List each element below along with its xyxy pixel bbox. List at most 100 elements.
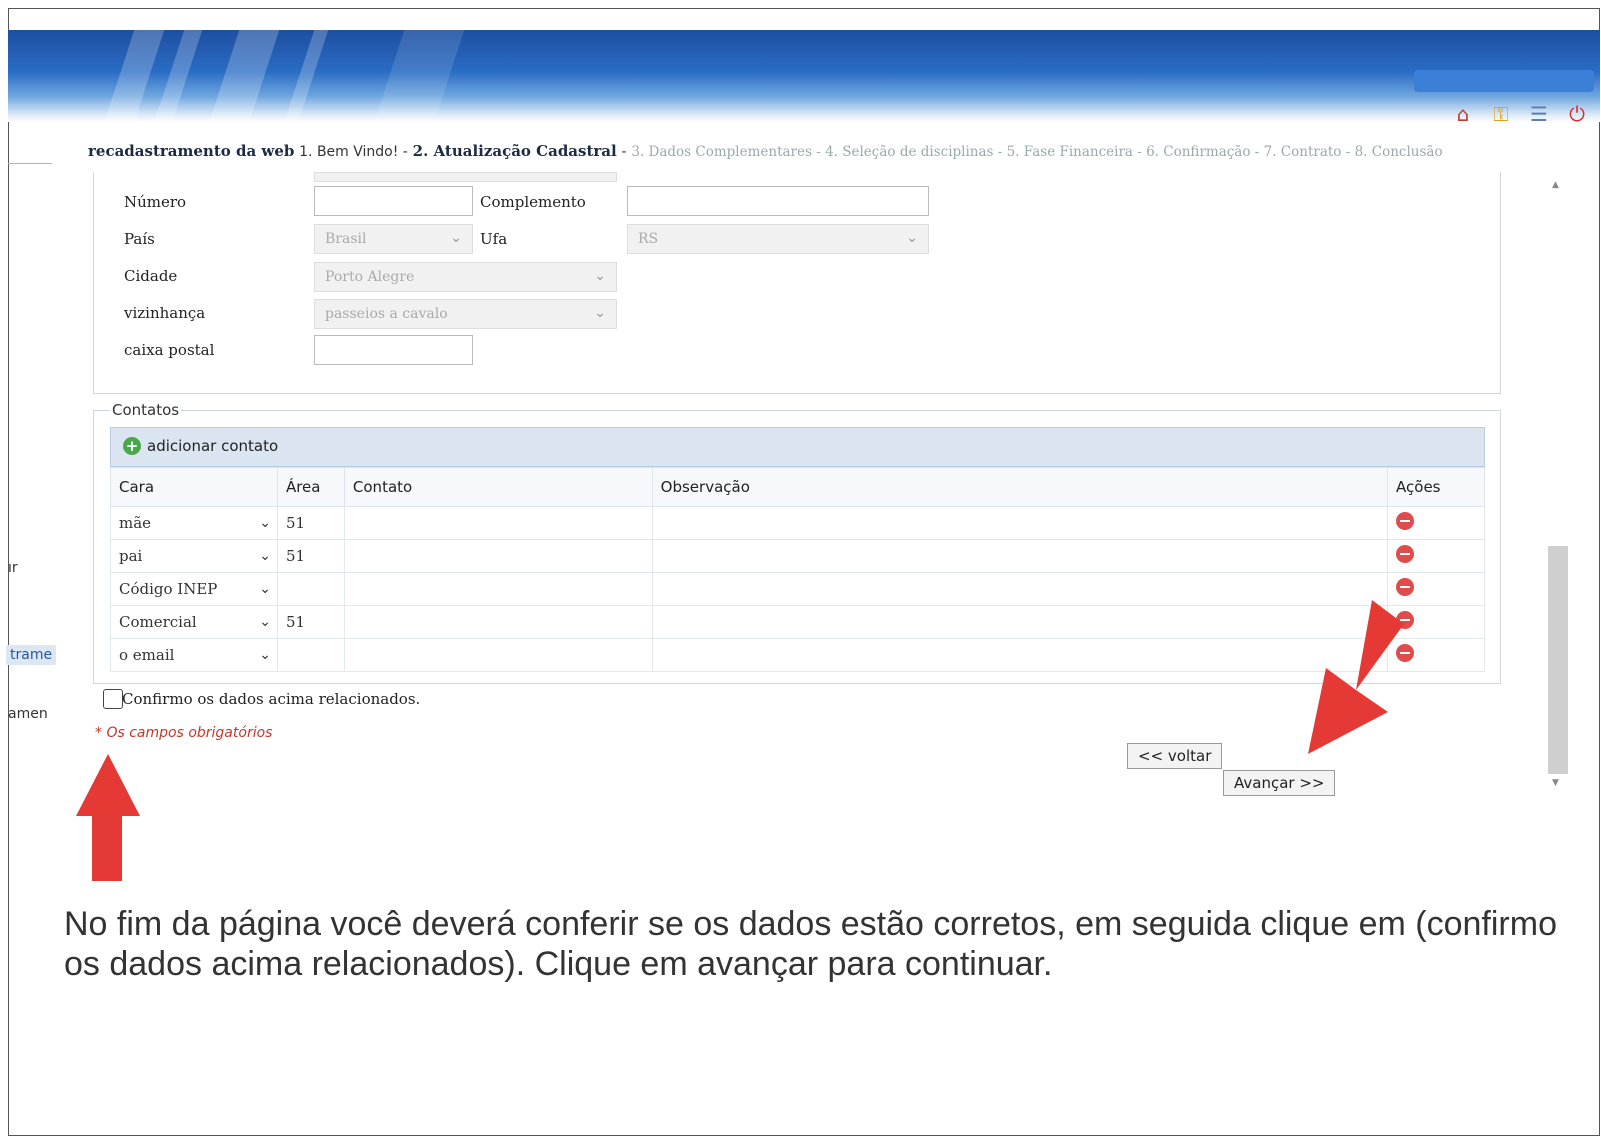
breadcrumb-separator: - (621, 144, 627, 160)
observacao-field[interactable] (651, 506, 1389, 540)
chevron-down-icon: ⌄ (259, 614, 271, 630)
column-header: Ações (1387, 467, 1485, 507)
settings-list-icon[interactable]: ☰ (1525, 100, 1553, 128)
cara-value: Comercial (119, 613, 197, 631)
remove-icon[interactable] (1396, 512, 1415, 530)
observacao-field[interactable] (651, 605, 1389, 639)
cara-value: Código INEP (119, 580, 218, 598)
sidebar-item-fragment[interactable]: ır (8, 560, 18, 576)
breadcrumb-next-steps: 3. Dados Complementares - 4. Seleção de … (631, 144, 1443, 160)
cara-select[interactable]: o email ⌄ (110, 638, 278, 672)
cara-select[interactable]: pai ⌄ (110, 539, 278, 573)
scroll-up-icon[interactable]: ▲ (1552, 180, 1559, 190)
confirm-checkbox[interactable] (103, 689, 123, 709)
contacts-legend: Contatos (110, 401, 182, 419)
column-header: Contato (343, 467, 653, 507)
contato-field[interactable] (343, 605, 653, 639)
annotation-arrow-down-icon (1308, 600, 1404, 754)
table-row: mãe ⌄ 51 (110, 506, 1485, 540)
pais-select[interactable]: Brasil ⌄ (314, 224, 473, 254)
chevron-down-icon: ⌄ (594, 268, 606, 284)
column-header: Observação (651, 467, 1389, 507)
confirm-label: Confirmo os dados acima relacionados. (122, 690, 421, 708)
contacts-table: Cara Área Contato Observação Ações mãe ⌄ … (110, 467, 1485, 672)
chevron-down-icon: ⌄ (259, 581, 271, 597)
actions-cell (1387, 539, 1485, 573)
contato-field[interactable] (343, 539, 653, 573)
cara-select[interactable]: mãe ⌄ (110, 506, 278, 540)
column-header: Área (276, 467, 345, 507)
annotation-arrow-up-icon (76, 754, 140, 881)
chevron-down-icon: ⌄ (259, 548, 271, 564)
power-icon[interactable]: ⏻ (1563, 100, 1591, 128)
add-contact-button[interactable]: + adicionar contato (123, 437, 278, 455)
contato-field[interactable] (343, 506, 653, 540)
table-header-row: Cara Área Contato Observação Ações (110, 467, 1485, 507)
chevron-down-icon: ⌄ (906, 230, 918, 246)
observacao-field[interactable] (651, 638, 1389, 672)
remove-icon[interactable] (1396, 545, 1415, 563)
plus-icon: + (123, 437, 141, 455)
cidade-select[interactable]: Porto Alegre ⌄ (314, 262, 617, 292)
table-row: Comercial ⌄ 51 (110, 605, 1485, 639)
contato-field[interactable] (343, 572, 653, 606)
caixa-postal-label: caixa postal (124, 341, 215, 359)
vizinhanca-value: passeios a cavalo (325, 306, 448, 322)
page-title: recadastramento da web (88, 142, 295, 160)
numero-label: Número (124, 193, 187, 211)
cara-value: pai (119, 547, 143, 565)
breadcrumb-current-step: 2. Atualização Cadastral (412, 142, 617, 160)
observacao-field[interactable] (651, 572, 1389, 606)
vizinhanca-label: vizinhança (124, 304, 206, 322)
area-field[interactable]: 51 (276, 506, 345, 540)
vizinhanca-select[interactable]: passeios a cavalo ⌄ (314, 299, 617, 329)
cidade-label: Cidade (124, 267, 178, 285)
required-note: * Os campos obrigatórios (95, 725, 273, 741)
home-icon[interactable]: ⌂ (1449, 100, 1477, 128)
instruction-text: No fim da página você deverá conferir se… (64, 905, 1557, 983)
contato-field[interactable] (343, 638, 653, 672)
pais-value: Brasil (325, 231, 367, 247)
next-button[interactable]: Avançar >> (1223, 770, 1336, 796)
scroll-down-icon[interactable]: ▼ (1552, 778, 1559, 788)
complemento-field[interactable] (627, 186, 929, 216)
cara-select[interactable]: Código INEP ⌄ (110, 572, 278, 606)
contacts-toolbar: + adicionar contato (110, 427, 1485, 467)
chevron-down-icon: ⌄ (259, 647, 271, 663)
pais-label: País (124, 230, 155, 248)
add-contact-label: adicionar contato (147, 437, 279, 455)
sidebar-item-fragment[interactable]: amen (8, 706, 48, 722)
back-button[interactable]: << voltar (1127, 743, 1223, 769)
ufa-label: Ufa (480, 230, 508, 248)
cara-select[interactable]: Comercial ⌄ (110, 605, 278, 639)
remove-icon[interactable] (1396, 578, 1415, 596)
scrollbar-thumb[interactable] (1548, 546, 1568, 774)
area-field[interactable]: 51 (276, 605, 345, 639)
user-info-pill (1414, 70, 1594, 92)
breadcrumb-done-steps: 1. Bem Vindo! - (299, 144, 408, 160)
sidebar-item-active[interactable]: trame (6, 645, 57, 665)
chevron-down-icon: ⌄ (594, 305, 606, 321)
numero-field[interactable] (314, 186, 473, 216)
table-row: o email ⌄ (110, 638, 1485, 672)
actions-cell (1387, 506, 1485, 540)
observacao-field[interactable] (651, 539, 1389, 573)
area-field[interactable] (276, 638, 345, 672)
chevron-down-icon: ⌄ (259, 515, 271, 531)
cidade-value: Porto Alegre (325, 269, 415, 285)
key-icon[interactable]: ⚿ (1487, 100, 1515, 128)
ufa-value: RS (638, 231, 659, 247)
complemento-label: Complemento (480, 193, 586, 211)
table-row: Código INEP ⌄ (110, 572, 1485, 606)
header-banner (8, 30, 1600, 122)
table-row: pai ⌄ 51 (110, 539, 1485, 573)
breadcrumb: recadastramento da web 1. Bem Vindo! - 2… (88, 142, 1600, 168)
area-field[interactable] (276, 572, 345, 606)
cara-value: o email (119, 646, 175, 664)
caixa-postal-field[interactable] (314, 335, 473, 365)
area-field[interactable]: 51 (276, 539, 345, 573)
ufa-select[interactable]: RS ⌄ (627, 224, 929, 254)
street-field-remnant[interactable] (314, 172, 617, 182)
divider (8, 163, 52, 164)
column-header: Cara (110, 467, 278, 507)
